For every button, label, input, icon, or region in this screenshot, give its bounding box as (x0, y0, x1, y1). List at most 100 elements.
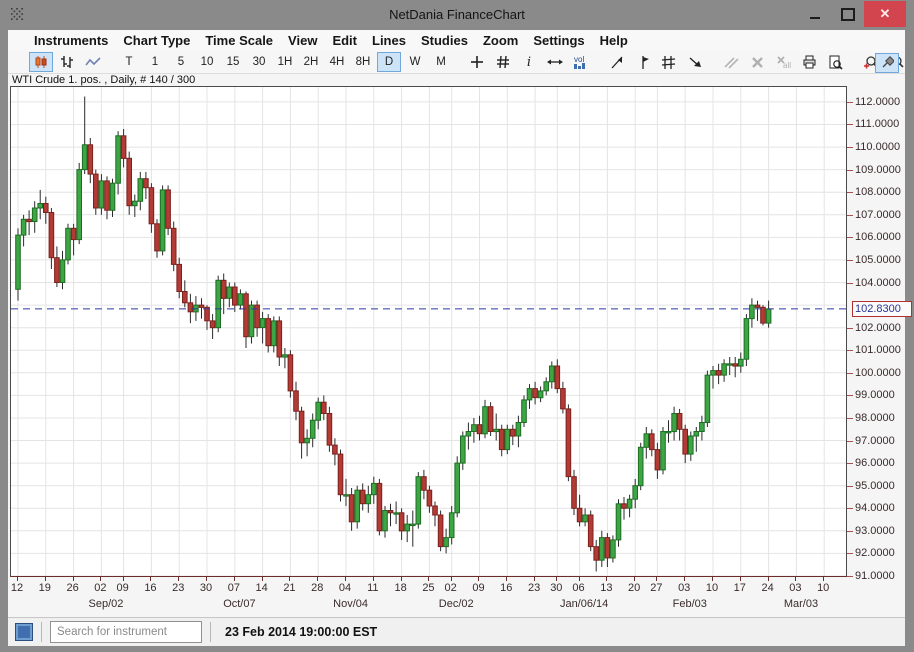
candle-body (66, 228, 71, 260)
crosshair-button[interactable] (465, 52, 489, 72)
delete-all-button[interactable]: all (771, 52, 795, 72)
svg-text:all: all (783, 61, 791, 70)
ohlc-chart-icon (60, 55, 74, 69)
close-button[interactable]: ✕ (864, 1, 906, 27)
vertical-line-tool-button[interactable] (631, 52, 655, 72)
time-tick-label: 16 (144, 582, 156, 594)
timeframe-15-button[interactable]: 15 (221, 52, 245, 72)
instrument-color-button[interactable] (15, 623, 33, 641)
time-tick (206, 577, 207, 581)
candle-body (550, 366, 555, 382)
info-button[interactable]: i (517, 52, 541, 72)
candle-body (127, 158, 132, 205)
candle-body (94, 174, 99, 208)
menu-studies[interactable]: Studies (421, 33, 468, 48)
menu-settings[interactable]: Settings (533, 33, 584, 48)
menu-zoom[interactable]: Zoom (483, 33, 518, 48)
candlestick-chart-icon (34, 55, 48, 69)
candle-body (511, 429, 516, 436)
svg-text:vol: vol (574, 55, 584, 64)
price-tick-label: 97.0000 (855, 435, 895, 447)
menu-chart-type[interactable]: Chart Type (123, 33, 190, 48)
timeframe-10-button[interactable]: 10 (195, 52, 219, 72)
grid-toggle-button[interactable] (491, 52, 515, 72)
chart-type-line-button[interactable] (81, 52, 105, 72)
candle-body (694, 432, 699, 437)
ray-tool-button[interactable] (683, 52, 707, 72)
candle-body (461, 436, 466, 463)
timeframe-4h-button[interactable]: 4H (325, 52, 349, 72)
timeframe-m-button[interactable]: M (429, 52, 453, 72)
candle-body (155, 224, 160, 251)
timeframe-d-button[interactable]: D (377, 52, 401, 72)
candle-body (705, 375, 710, 422)
price-tick-label: 101.0000 (855, 344, 901, 356)
menu-edit[interactable]: Edit (332, 33, 357, 48)
print-preview-button[interactable] (823, 52, 847, 72)
candle-body (405, 524, 410, 531)
horizontal-scale-icon (547, 57, 563, 67)
volume-button[interactable]: vol (569, 52, 593, 72)
candle-body (77, 170, 82, 240)
candle-body (644, 434, 649, 448)
price-tick-label: 106.0000 (855, 231, 901, 243)
grid-icon (496, 55, 510, 69)
candle-body (316, 402, 321, 420)
candle-body (711, 371, 716, 376)
horizontal-scale-button[interactable] (543, 52, 567, 72)
menu-view[interactable]: View (288, 33, 317, 48)
channel-tool-button[interactable] (657, 52, 681, 72)
timeframe-2h-button[interactable]: 2H (299, 52, 323, 72)
time-tick-label: 13 (600, 582, 612, 594)
pin-panel-button[interactable] (875, 53, 899, 73)
price-tick-label: 95.0000 (855, 480, 895, 492)
minimize-button[interactable] (800, 1, 830, 27)
candle-body (16, 235, 21, 289)
price-tick (847, 147, 853, 148)
search-input[interactable] (55, 625, 213, 639)
delete-study-button[interactable] (745, 52, 769, 72)
candle-body (583, 515, 588, 522)
search-box[interactable] (50, 621, 202, 643)
window-content: Instruments Chart Type Time Scale View Edit L… (8, 30, 905, 645)
timeframe-30-button[interactable]: 30 (247, 52, 271, 72)
price-tick-label: 92.0000 (855, 547, 895, 559)
print-button[interactable] (797, 52, 821, 72)
timeframe-w-button[interactable]: W (403, 52, 427, 72)
time-tick-label: 02 (445, 582, 457, 594)
timeframe-t-button[interactable]: T (117, 52, 141, 72)
time-tick-label: 03 (789, 582, 801, 594)
price-tick-label: 99.0000 (855, 389, 895, 401)
time-tick-label: 11 (367, 582, 378, 594)
candle-body (533, 389, 538, 398)
candlestick-plot[interactable] (10, 86, 847, 577)
title-bar[interactable]: NetDania FinanceChart ✕ (0, 0, 914, 30)
price-tick (847, 418, 853, 419)
candle-body (44, 204, 49, 213)
time-tick-label: 06 (572, 582, 584, 594)
timeframe-1h-button[interactable]: 1H (273, 52, 297, 72)
menu-lines[interactable]: Lines (372, 33, 406, 48)
time-tick-label: 26 (66, 582, 78, 594)
parallel-lines-button[interactable] (719, 52, 743, 72)
timeframe-1-button[interactable]: 1 (143, 52, 167, 72)
menu-help[interactable]: Help (600, 33, 628, 48)
time-tick (634, 577, 635, 581)
maximize-button[interactable] (833, 1, 863, 27)
candlestick-svg (11, 87, 846, 576)
chart-type-ohlc-button[interactable] (55, 52, 79, 72)
price-axis[interactable]: 91.000092.000093.000094.000095.000096.00… (847, 86, 905, 580)
chart-type-candlestick-button[interactable] (29, 52, 53, 72)
candle-body (110, 183, 115, 210)
time-tick-label: 17 (734, 582, 746, 594)
timeframe-5-button[interactable]: 5 (169, 52, 193, 72)
candle-body (49, 213, 54, 258)
candle-body (105, 181, 110, 210)
timeframe-8h-button[interactable]: 8H (351, 52, 375, 72)
menu-instruments[interactable]: Instruments (34, 33, 108, 48)
menu-time-scale[interactable]: Time Scale (205, 33, 273, 48)
candle-body (627, 499, 632, 508)
candle-body (121, 136, 126, 159)
candle-body (466, 432, 471, 437)
trendline-tool-button[interactable] (605, 52, 629, 72)
